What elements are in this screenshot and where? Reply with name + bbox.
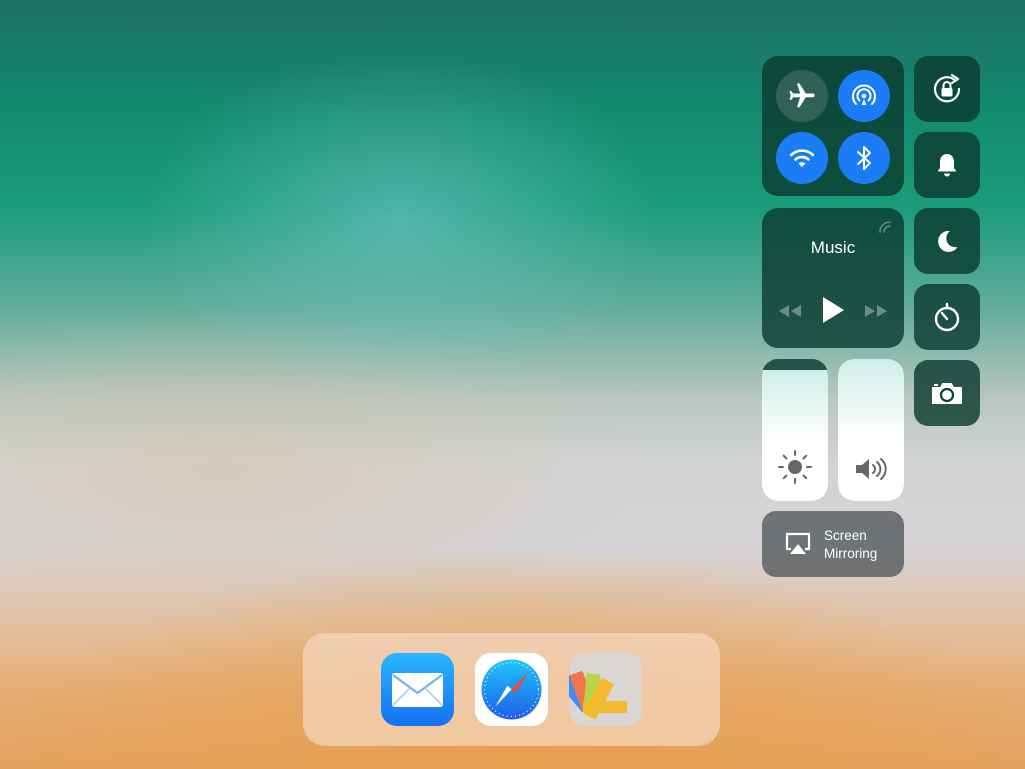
home-screen-wallpaper: Music Screen Mirroring xyxy=(0,0,1025,769)
rewind-icon xyxy=(779,305,801,317)
bluetooth-icon xyxy=(857,146,871,170)
screen-mirroring-button[interactable]: Screen Mirroring xyxy=(762,511,904,577)
airdrop-toggle[interactable] xyxy=(838,70,890,122)
play-icon xyxy=(823,297,844,323)
do-not-disturb-toggle[interactable] xyxy=(914,208,980,274)
music-title: Music xyxy=(810,238,856,257)
screen-mirroring-label-line1: Screen xyxy=(824,528,867,543)
rotation-lock-toggle[interactable] xyxy=(914,56,980,122)
camera-icon xyxy=(932,383,962,404)
connectivity-panel xyxy=(762,56,904,196)
wifi-icon xyxy=(789,149,815,167)
airplay-icon[interactable] xyxy=(876,218,892,239)
airplay-icon xyxy=(785,532,811,554)
mail-app[interactable] xyxy=(381,653,454,726)
speaker-icon xyxy=(856,458,887,480)
camera-toggle[interactable] xyxy=(914,360,980,426)
airplane-mode-toggle[interactable] xyxy=(776,70,828,122)
airdrop-icon xyxy=(852,84,876,105)
color-swatch-icon xyxy=(569,671,627,719)
fan-app[interactable] xyxy=(569,653,642,726)
mail-icon xyxy=(392,673,443,707)
wifi-toggle[interactable] xyxy=(776,132,828,184)
timer-icon xyxy=(934,302,960,332)
brightness-slider[interactable] xyxy=(762,359,828,501)
moon-icon xyxy=(938,230,958,252)
music-panel[interactable]: Music xyxy=(762,208,904,348)
dock xyxy=(303,633,720,746)
timer-toggle[interactable] xyxy=(914,284,980,350)
safari-icon xyxy=(481,659,542,720)
sun-icon xyxy=(778,450,812,484)
safari-app[interactable] xyxy=(475,653,548,726)
mute-toggle[interactable] xyxy=(914,132,980,198)
rewind-button[interactable] xyxy=(776,300,804,322)
volume-slider[interactable] xyxy=(838,359,904,501)
fast-forward-button[interactable] xyxy=(862,300,890,322)
play-button[interactable] xyxy=(818,294,848,326)
airplane-icon xyxy=(789,83,815,108)
bell-icon xyxy=(937,154,957,177)
fast-forward-icon xyxy=(865,305,887,317)
bluetooth-toggle[interactable] xyxy=(838,132,890,184)
screen-mirroring-label-line2: Mirroring xyxy=(824,546,878,561)
rotation-lock-icon xyxy=(933,73,961,103)
